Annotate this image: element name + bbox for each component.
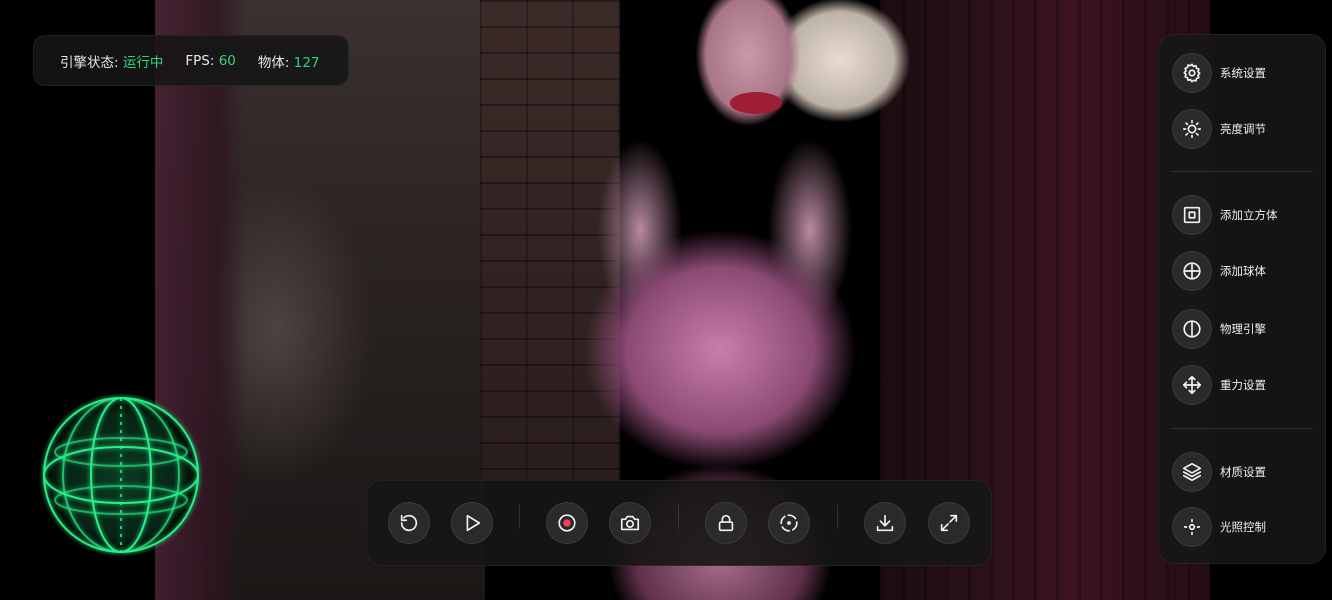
engine-status-label: 引擎状态: — [60, 54, 119, 71]
sun-icon — [1172, 109, 1212, 149]
sidebar-divider — [1171, 428, 1313, 429]
object-count-value: 127 — [293, 54, 320, 71]
lighting-control-label: 光照控制 — [1220, 520, 1266, 534]
layers-icon — [1172, 452, 1212, 492]
fullscreen-icon — [938, 512, 960, 534]
material-settings-button[interactable]: 材质设置 — [1172, 451, 1322, 493]
gear-icon — [1172, 53, 1212, 93]
reset-icon — [398, 512, 420, 534]
toolbar-separator — [519, 505, 520, 529]
sphere-icon — [1172, 251, 1212, 291]
engine-status: 引擎状态: 运行中 — [60, 51, 163, 71]
wireframe-sphere-icon — [43, 397, 199, 553]
fps-value: 60 — [218, 52, 236, 69]
object-count: 物体: 127 — [258, 51, 320, 71]
physics-engine-button[interactable]: 物理引擎 — [1172, 308, 1322, 350]
add-cube-label: 添加立方体 — [1220, 208, 1278, 222]
system-settings-button[interactable]: 系统设置 — [1172, 52, 1322, 94]
download-button[interactable] — [864, 502, 906, 544]
cube-icon — [1172, 195, 1212, 235]
move-icon — [1172, 365, 1212, 405]
rotate-button[interactable] — [768, 502, 810, 544]
rotate-icon — [778, 512, 800, 534]
gravity-settings-label: 重力设置 — [1220, 378, 1266, 392]
engine-status-value: 运行中 — [122, 54, 164, 71]
download-icon — [874, 512, 896, 534]
lock-button[interactable] — [705, 502, 747, 544]
toolbar-separator — [837, 505, 838, 529]
toolbar-separator — [678, 505, 679, 529]
system-settings-label: 系统设置 — [1220, 66, 1266, 80]
physics-icon — [1172, 309, 1212, 349]
gravity-settings-button[interactable]: 重力设置 — [1172, 364, 1322, 406]
screenshot-button[interactable] — [609, 502, 651, 544]
reset-button[interactable] — [388, 502, 430, 544]
orientation-gizmo-sphere[interactable] — [38, 392, 204, 558]
record-icon — [556, 512, 578, 534]
add-cube-button[interactable]: 添加立方体 — [1172, 194, 1322, 236]
tool-sidebar: 系统设置 亮度调节 添加立方体 添加球体 物理引擎 重力设置 材质设置 光照控制 — [1158, 34, 1326, 564]
camera-icon — [619, 512, 641, 534]
brightness-label: 亮度调节 — [1220, 122, 1266, 136]
sidebar-divider — [1171, 171, 1313, 172]
add-sphere-label: 添加球体 — [1220, 264, 1266, 278]
record-button[interactable] — [546, 502, 588, 544]
light-icon — [1172, 507, 1212, 547]
add-sphere-button[interactable]: 添加球体 — [1172, 250, 1322, 292]
brightness-button[interactable]: 亮度调节 — [1172, 108, 1322, 150]
lock-icon — [715, 512, 737, 534]
object-count-label: 物体: — [257, 54, 290, 71]
fullscreen-button[interactable] — [928, 502, 970, 544]
engine-status-panel: 引擎状态: 运行中 FPS: 60 物体: 127 — [33, 35, 349, 86]
fps-label: FPS: — [185, 52, 215, 69]
lighting-control-button[interactable]: 光照控制 — [1172, 506, 1322, 548]
fps-readout: FPS: 60 — [185, 53, 236, 69]
play-icon — [461, 512, 483, 534]
physics-engine-label: 物理引擎 — [1220, 322, 1266, 336]
material-settings-label: 材质设置 — [1220, 465, 1266, 479]
bottom-toolbar — [366, 480, 992, 566]
play-button[interactable] — [451, 502, 493, 544]
